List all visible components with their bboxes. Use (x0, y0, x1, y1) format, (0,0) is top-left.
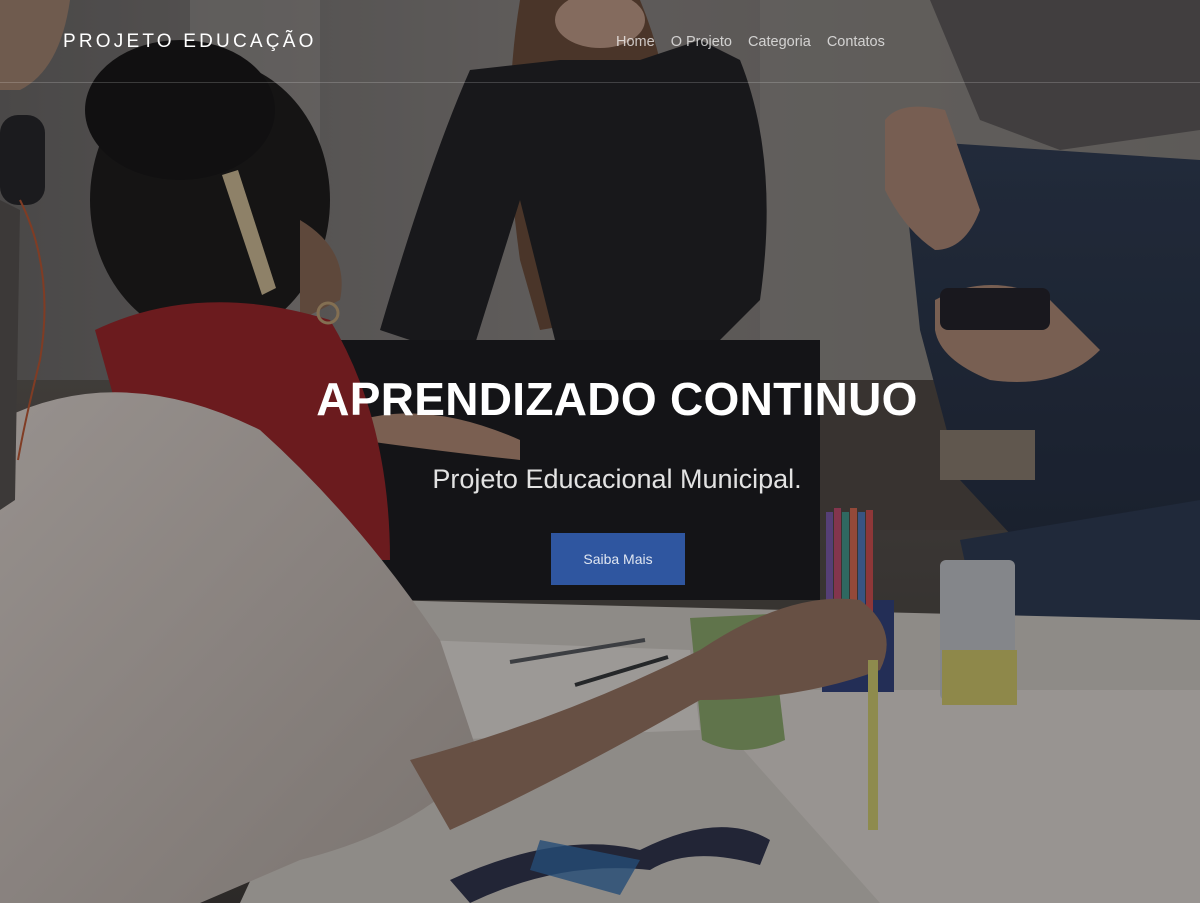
background-dark-overlay (0, 0, 1200, 903)
top-navbar: PROJETO EDUCAÇÃO Home O Projeto Categori… (0, 0, 1200, 83)
nav-link-contatos[interactable]: Contatos (827, 33, 885, 51)
saiba-mais-button[interactable]: Saiba Mais (551, 533, 685, 585)
nav-link-o-projeto[interactable]: O Projeto (671, 33, 732, 51)
brand-logo-link[interactable]: PROJETO EDUCAÇÃO (63, 31, 317, 53)
hero-title: APRENDIZADO CONTINUO (316, 373, 918, 425)
nav-link-categoria[interactable]: Categoria (748, 33, 811, 51)
nav-link-home[interactable]: Home (616, 33, 655, 51)
hero-subtitle: Projeto Educacional Municipal. (432, 464, 802, 494)
nav-links: Home O Projeto Categoria Contatos (616, 33, 885, 51)
